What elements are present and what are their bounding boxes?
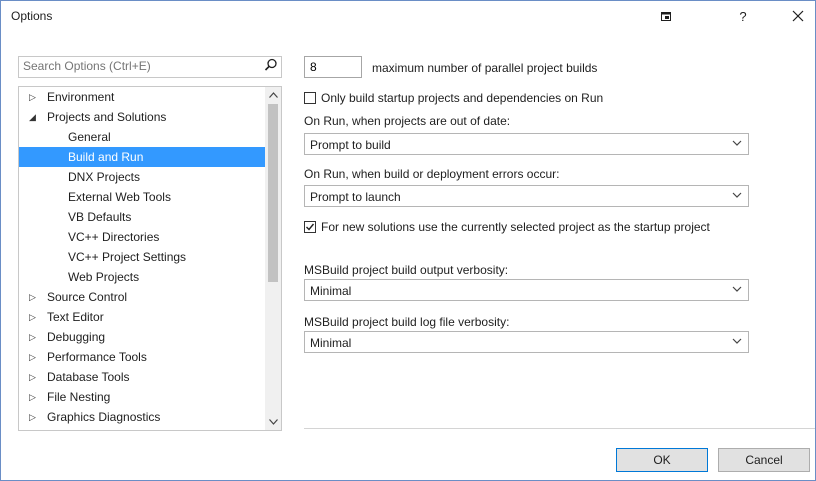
expand-arrow-icon[interactable]: ▷ [29,327,39,347]
close-button[interactable] [783,5,813,27]
expand-arrow-icon[interactable]: ▷ [29,287,39,307]
tree-item-performance-tools[interactable]: ▷ Performance Tools [19,347,265,367]
tree-item-label: VC++ Project Settings [68,250,187,264]
tree-item-web-projects[interactable]: Web Projects [19,267,265,287]
chevron-down-icon [731,189,743,204]
tree-item-label: File Nesting [47,390,111,404]
expand-arrow-icon[interactable]: ▷ [29,407,39,427]
build-errors-label: On Run, when build or deployment errors … [304,167,560,181]
options-dialog: Options ? ▷ En [0,0,816,481]
tree-item-database-tools[interactable]: ▷ Database Tools [19,367,265,387]
expand-arrow-icon[interactable]: ▷ [29,87,39,107]
expand-arrow-icon[interactable]: ▷ [29,307,39,327]
tree-item-label: External Web Tools [68,190,171,204]
chevron-down-icon [731,283,743,298]
cancel-button[interactable]: Cancel [718,448,810,472]
parallel-builds-label: maximum number of parallel project build… [372,61,598,75]
ok-button[interactable]: OK [616,448,708,472]
search-input[interactable] [19,57,257,75]
footer-divider [304,428,815,429]
select-value: Prompt to build [310,138,391,152]
tree-item-vb-defaults[interactable]: VB Defaults [19,207,265,227]
out-of-date-select[interactable]: Prompt to build [304,133,749,155]
out-of-date-label: On Run, when projects are out of date: [304,114,511,128]
chevron-down-icon [731,335,743,350]
tree-item-vc-project-settings[interactable]: VC++ Project Settings [19,247,265,267]
tree-item-label: VB Defaults [68,210,132,224]
pin-icon[interactable] [651,5,681,27]
dialog-title: Options [11,9,53,23]
tree-item-build-and-run[interactable]: Build and Run [19,147,265,167]
startup-only-checkbox[interactable]: Only build startup projects and dependen… [304,91,603,105]
tree-item-file-nesting[interactable]: ▷ File Nesting [19,387,265,407]
tree-item-general[interactable]: General [19,127,265,147]
startup-only-label: Only build startup projects and dependen… [321,91,604,105]
checkmark-icon [306,223,315,231]
chevron-down-icon [731,137,743,152]
select-value: Minimal [310,336,352,350]
options-tree[interactable]: ▷ Environment ◢ Projects and Solutions G… [18,86,282,431]
tree-item-environment[interactable]: ▷ Environment [19,87,265,107]
close-icon [792,10,804,22]
expand-arrow-icon[interactable]: ▷ [29,387,39,407]
search-box[interactable] [18,56,282,78]
tree-list: ▷ Environment ◢ Projects and Solutions G… [19,87,265,427]
select-value: Prompt to launch [310,190,401,204]
tree-item-source-control[interactable]: ▷ Source Control [19,287,265,307]
search-icon [264,58,278,75]
build-errors-select[interactable]: Prompt to launch [304,185,749,207]
tree-item-label: Environment [47,90,115,104]
tree-item-external-web-tools[interactable]: External Web Tools [19,187,265,207]
checkbox-box[interactable] [304,92,316,104]
expand-arrow-icon[interactable]: ▷ [29,367,39,387]
select-value: Minimal [310,284,352,298]
scrollbar-thumb[interactable] [268,104,278,282]
tree-item-label: Web Projects [68,270,140,284]
tree-item-label: VC++ Directories [68,230,160,244]
tree-scrollbar[interactable] [265,87,281,430]
collapse-arrow-icon[interactable]: ◢ [29,107,39,127]
expand-arrow-icon[interactable]: ▷ [29,347,39,367]
tree-item-label: Database Tools [47,370,130,384]
tree-item-label: DNX Projects [68,170,141,184]
tree-item-vc-directories[interactable]: VC++ Directories [19,227,265,247]
new-solutions-label: For new solutions use the currently sele… [321,220,710,234]
scroll-down-icon[interactable] [265,414,281,430]
tree-item-debugging[interactable]: ▷ Debugging [19,327,265,347]
tree-item-label: Performance Tools [47,350,147,364]
tree-item-label: Projects and Solutions [47,110,167,124]
log-verbosity-select[interactable]: Minimal [304,331,749,353]
tree-item-label: Source Control [47,290,128,304]
tree-item-projects-and-solutions[interactable]: ◢ Projects and Solutions [19,107,265,127]
help-button[interactable]: ? [728,5,758,27]
output-verbosity-label: MSBuild project build output verbosity: [304,263,509,277]
tree-item-label: Debugging [47,330,106,344]
title-bar: Options ? [1,1,815,31]
tree-item-label: General [68,130,111,144]
tree-item-label: Text Editor [47,310,104,324]
parallel-builds-input[interactable] [304,56,362,78]
output-verbosity-select[interactable]: Minimal [304,279,749,301]
tree-item-dnx-projects[interactable]: DNX Projects [19,167,265,187]
new-solutions-checkbox[interactable]: For new solutions use the currently sele… [304,220,710,234]
log-verbosity-label: MSBuild project build log file verbosity… [304,315,510,329]
checkbox-box[interactable] [304,221,316,233]
tree-item-label: Build and Run [68,150,144,164]
tree-item-label: Graphics Diagnostics [47,410,161,424]
scroll-up-icon[interactable] [265,87,281,103]
tree-item-text-editor[interactable]: ▷ Text Editor [19,307,265,327]
tree-item-graphics-diagnostics[interactable]: ▷ Graphics Diagnostics [19,407,265,427]
